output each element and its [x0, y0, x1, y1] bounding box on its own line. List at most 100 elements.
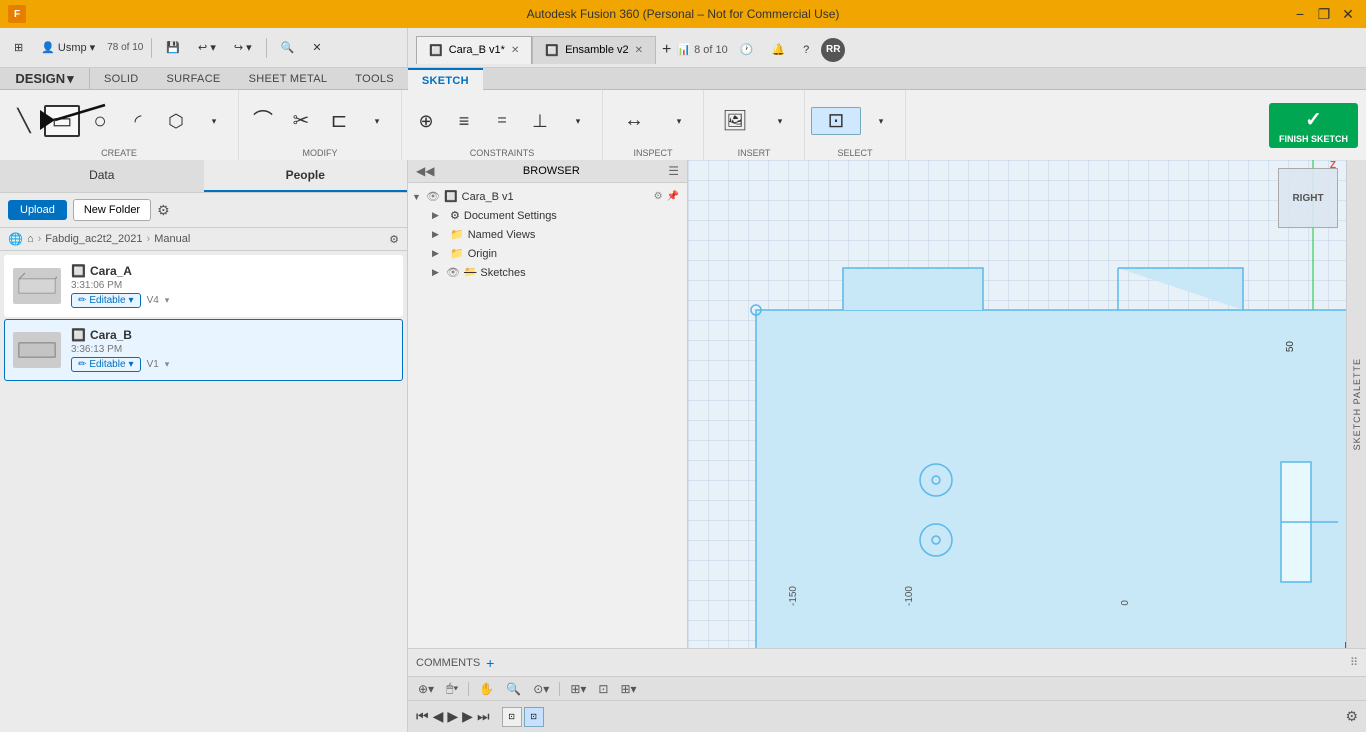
timeline-thumb-1[interactable]: ⊡ — [502, 707, 522, 727]
sketch-overlay — [688, 160, 1346, 648]
add-tab-button[interactable]: + — [656, 36, 677, 64]
breadcrumb-item-2[interactable]: Manual — [154, 233, 190, 245]
perp-button[interactable]: ⊥ — [522, 109, 558, 133]
help-button[interactable]: ? — [797, 36, 815, 64]
grid-button[interactable]: ⊞ — [8, 34, 29, 62]
ribbon-tab-sketch[interactable]: SKETCH — [408, 68, 483, 90]
play-button[interactable]: ▶ — [447, 708, 458, 725]
tree-item-root[interactable]: ▼ 👁 🔲 Cara_B v1 ⚙ 📌 — [408, 187, 687, 206]
play-first-button[interactable]: ⏮ — [416, 708, 429, 725]
finish-sketch-button[interactable]: ✓ FINISH SKETCH — [1269, 103, 1358, 148]
status-move-button[interactable]: ⊕▾ — [416, 682, 436, 696]
panel-tab-data[interactable]: Data — [0, 160, 204, 192]
arc-tool-button[interactable]: ◜ — [120, 109, 156, 133]
status-zoom-button[interactable]: 🔍 — [504, 682, 523, 696]
panel-settings-button[interactable]: ⚙ — [157, 202, 170, 219]
canvas-area: ◀◀ BROWSER ☰ ▼ 👁 🔲 Cara_B v1 ⚙ 📌 — [408, 160, 1366, 732]
tab-close-icon[interactable]: ✕ — [511, 45, 519, 56]
tree-item-doc-settings[interactable]: ▶ ⚙ Document Settings — [408, 206, 687, 225]
tree-eye-sketches[interactable]: 👁 — [446, 266, 460, 279]
cara-a-version-arrow[interactable]: ▾ — [165, 295, 170, 306]
close-button[interactable]: ✕ — [1338, 4, 1358, 24]
play-next-button[interactable]: ▶ — [462, 708, 473, 725]
modify-more-button[interactable]: ▾ — [359, 113, 395, 130]
save-button[interactable]: 💾 — [160, 34, 186, 62]
tab-ensamble[interactable]: 🔲 Ensamble v2 ✕ — [532, 36, 656, 64]
circle-tool-button[interactable]: ○ — [82, 107, 118, 135]
sketch-palette-toggle[interactable]: SKETCH PALETTE — [1346, 160, 1366, 648]
file-item-cara-b[interactable]: 🔲 Cara_B 3:36:13 PM ✏ Editable ▾ V1 ▾ — [4, 319, 403, 381]
browser-collapse-icon[interactable]: ◀◀ — [416, 164, 434, 178]
cara-a-editable-badge[interactable]: ✏ Editable ▾ — [71, 293, 141, 308]
insert-image-button[interactable]: 🖼 — [710, 108, 760, 134]
clock-button[interactable]: 🕐 — [734, 36, 760, 64]
browser-menu-icon[interactable]: ☰ — [668, 164, 679, 178]
tree-item-sketches[interactable]: ▶ 👁 📁 Sketches — [408, 263, 687, 282]
breadcrumb: 🌐 ⌂ › Fabdig_ac2t2_2021 › Manual ⚙ — [0, 228, 407, 251]
new-folder-button[interactable]: New Folder — [73, 199, 151, 221]
restore-button[interactable]: ❐ — [1314, 4, 1334, 24]
tab-close-icon2[interactable]: ✕ — [635, 45, 643, 56]
play-last-button[interactable]: ⏭ — [477, 708, 490, 725]
panel-tab-people[interactable]: People — [204, 160, 408, 192]
cube-face-right[interactable]: RIGHT — [1278, 168, 1338, 228]
fillet-button[interactable]: ⌒ — [245, 108, 281, 134]
ribbon-tab-sheetmetal[interactable]: SHEET METAL — [235, 68, 342, 90]
inspect-more-button[interactable]: ▾ — [661, 113, 697, 130]
tree-eye-root[interactable]: 👁 — [426, 190, 440, 203]
offset-button[interactable]: ⊏ — [321, 108, 357, 134]
ribbon-tab-tools[interactable]: TOOLS — [341, 68, 408, 90]
close-tab-button[interactable]: ✕ — [306, 34, 327, 62]
tree-item-origin[interactable]: ▶ 📁 Origin — [408, 244, 687, 263]
more-create-button[interactable]: ▾ — [196, 113, 232, 130]
status-grid2-button[interactable]: ⊡ — [596, 682, 610, 696]
tree-gear-root[interactable]: ⚙ — [654, 191, 663, 202]
undo-button[interactable]: ↩ ▾ — [192, 34, 222, 62]
design-menu-button[interactable]: DESIGN ▾ — [0, 68, 90, 89]
cara-b-version[interactable]: V1 — [147, 359, 159, 370]
tab-cara-b[interactable]: 🔲 Cara_B v1* ✕ — [416, 36, 532, 64]
parallel-button[interactable]: = — [484, 110, 520, 132]
constraints-more-button[interactable]: ▾ — [560, 113, 596, 130]
playback-settings-button[interactable]: ⚙ — [1345, 708, 1358, 725]
polygon-tool-button[interactable]: ⬡ — [158, 109, 194, 133]
upload-button[interactable]: Upload — [8, 200, 67, 220]
timeline-thumb-2[interactable]: ⊡ — [524, 707, 544, 727]
nav-cube[interactable]: RIGHT Z — [1278, 168, 1338, 228]
breadcrumb-item-1[interactable]: Fabdig_ac2t2_2021 — [45, 233, 142, 245]
status-zoom-fit-button[interactable]: ⊙▾ — [531, 682, 551, 696]
select-more-button[interactable]: ▾ — [863, 113, 899, 130]
user-menu-button[interactable]: 👤 Usmp ▾ — [35, 34, 101, 62]
ribbon-tab-solid[interactable]: SOLID — [90, 68, 153, 90]
line-tool-button[interactable]: ╲ — [6, 107, 42, 135]
tree-pin-root[interactable]: 📌 — [667, 191, 679, 202]
status-cursor-button[interactable]: 🖱▾ — [444, 681, 460, 696]
status-pan-button[interactable]: ✋ — [477, 682, 496, 696]
coincident-button[interactable]: ⊕ — [408, 109, 444, 133]
sketch-canvas[interactable]: 50 Place first corner -150 -100 0 — [688, 160, 1346, 648]
play-prev-button[interactable]: ◀ — [433, 708, 444, 725]
viewport[interactable]: 50 Place first corner -150 -100 0 — [688, 160, 1366, 648]
collinear-button[interactable]: ≡ — [446, 109, 482, 133]
file-item-cara-a[interactable]: 🔲 Cara_A 3:31:06 PM ✏ Editable ▾ V4 ▾ — [4, 255, 403, 317]
notification-button[interactable]: 🔔 — [765, 36, 791, 64]
cara-a-version[interactable]: V4 — [147, 295, 159, 306]
cara-b-editable-badge[interactable]: ✏ Editable ▾ — [71, 357, 141, 372]
insert-more-button[interactable]: ▾ — [762, 113, 798, 130]
trim-button[interactable]: ✂ — [283, 108, 319, 134]
status-display-button[interactable]: ⊞▾ — [618, 682, 638, 696]
title-controls[interactable]: − ❐ ✕ — [1290, 4, 1358, 24]
select-tool-button[interactable]: ⊡ — [811, 107, 861, 135]
breadcrumb-settings-icon[interactable]: ⚙ — [389, 233, 399, 246]
minimize-button[interactable]: − — [1290, 4, 1310, 24]
breadcrumb-home-icon[interactable]: ⌂ — [27, 233, 34, 245]
ribbon-tab-surface[interactable]: SURFACE — [153, 68, 235, 90]
add-comment-button[interactable]: + — [486, 655, 494, 671]
dimension-button[interactable]: ↔ — [609, 107, 659, 135]
search-button[interactable]: 🔍 — [275, 34, 301, 62]
rectangle-tool-button[interactable]: ▭ — [44, 105, 80, 137]
redo-button[interactable]: ↪ ▾ — [228, 34, 258, 62]
cara-b-version-arrow[interactable]: ▾ — [165, 359, 170, 370]
status-grid-button[interactable]: ⊞▾ — [568, 682, 588, 696]
tree-item-named-views[interactable]: ▶ 📁 Named Views — [408, 225, 687, 244]
